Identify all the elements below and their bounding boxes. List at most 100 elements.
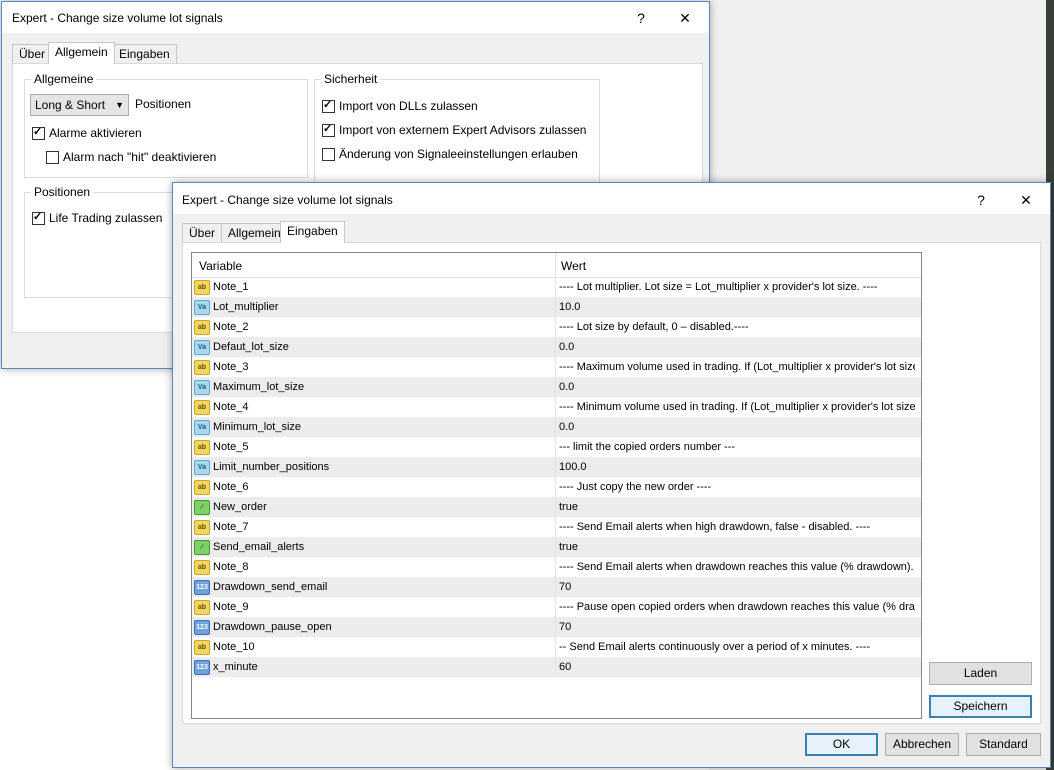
- dll-checkbox[interactable]: Import von DLLs zulassen: [322, 98, 478, 113]
- variable-value[interactable]: 70: [559, 577, 915, 597]
- cell-divider: [555, 297, 556, 317]
- table-row[interactable]: ab Note_7 ---- Send Email alerts when high…: [192, 517, 921, 537]
- positions-select-value: Long & Short: [35, 98, 106, 112]
- tab-allgemein[interactable]: Allgemein: [221, 223, 288, 242]
- table-row[interactable]: Va Minimum_lot_size 0.0: [192, 417, 921, 437]
- cell-divider: [555, 577, 556, 597]
- table-row[interactable]: Va Maximum_lot_size 0.0: [192, 377, 921, 397]
- variable-value[interactable]: 10.0: [559, 297, 915, 317]
- table-row[interactable]: ab Note_9 ---- Pause open copied orders wh…: [192, 597, 921, 617]
- variable-value[interactable]: ---- Maximum volume used in trading. If …: [559, 357, 915, 377]
- default-button[interactable]: Standard: [966, 733, 1041, 756]
- variable-name: Note_8: [213, 561, 249, 573]
- variable-value[interactable]: ---- Pause open copied orders when drawd…: [559, 597, 915, 617]
- group-positionen-title: Positionen: [31, 185, 94, 199]
- column-header-variable[interactable]: Variable: [199, 259, 242, 273]
- variable-name: Limit_number_positions: [213, 461, 330, 473]
- variable-name: Drawdown_send_email: [213, 581, 328, 593]
- table-row[interactable]: ab Note_10 -- Send Email alerts continuous…: [192, 637, 921, 657]
- string-type-icon: ab: [194, 440, 210, 455]
- ea-import-checkbox-label: Import von externem Expert Advisors zula…: [339, 123, 587, 137]
- close-icon[interactable]: ✕: [671, 6, 699, 30]
- table-row[interactable]: ab Note_2 ---- Lot size by default, 0 – di…: [192, 317, 921, 337]
- table-row[interactable]: ab Note_5 --- limit the copied orders numb…: [192, 437, 921, 457]
- front-dialog-title: Expert - Change size volume lot signals: [182, 193, 393, 207]
- load-button[interactable]: Laden: [929, 662, 1032, 685]
- cell-divider: [555, 597, 556, 617]
- variable-value[interactable]: ---- Just copy the new order ----: [559, 477, 915, 497]
- help-button[interactable]: ?: [627, 6, 655, 30]
- back-dialog-titlebar: Expert - Change size volume lot signals …: [2, 2, 709, 33]
- close-icon[interactable]: ✕: [1012, 188, 1040, 212]
- variable-value[interactable]: ---- Send Email alerts when drawdown rea…: [559, 557, 915, 577]
- checkbox-unchecked-icon: [46, 150, 59, 164]
- cancel-button[interactable]: Abbrechen: [885, 733, 959, 756]
- variable-value[interactable]: true: [559, 497, 915, 517]
- variable-value[interactable]: 0.0: [559, 337, 915, 357]
- tab-allgemein[interactable]: Allgemein: [48, 42, 115, 64]
- string-type-icon: ab: [194, 600, 210, 615]
- table-row[interactable]: ⁄ New_order true: [192, 497, 921, 517]
- signal-settings-checkbox[interactable]: Änderung von Signaleeinstellungen erlaub…: [322, 147, 578, 161]
- alerts-checkbox[interactable]: Alarme aktivieren: [32, 125, 142, 140]
- variable-value[interactable]: ---- Lot multiplier. Lot size = Lot_mult…: [559, 277, 915, 297]
- tab-uber[interactable]: Über: [12, 44, 53, 63]
- variable-value[interactable]: ---- Send Email alerts when high drawdow…: [559, 517, 915, 537]
- tab-uber[interactable]: Über: [182, 223, 223, 242]
- tab-eingaben[interactable]: Eingaben: [280, 221, 345, 243]
- table-row[interactable]: ab Note_4 ---- Minimum volume used in trad…: [192, 397, 921, 417]
- table-row[interactable]: ab Note_3 ---- Maximum volume used in trad…: [192, 357, 921, 377]
- table-row[interactable]: 123 x_minute 60: [192, 657, 921, 677]
- table-row[interactable]: ab Note_8 ---- Send Email alerts when draw…: [192, 557, 921, 577]
- string-type-icon: ab: [194, 640, 210, 655]
- variable-value[interactable]: 70: [559, 617, 915, 637]
- ea-import-checkbox[interactable]: Import von externem Expert Advisors zula…: [322, 122, 587, 137]
- column-divider[interactable]: [555, 253, 556, 277]
- variable-name: Maximum_lot_size: [213, 381, 305, 393]
- variable-value[interactable]: true: [559, 537, 915, 557]
- live-trading-checkbox-label: Life Trading zulassen: [49, 211, 163, 225]
- variable-value[interactable]: ---- Minimum volume used in trading. If …: [559, 397, 915, 417]
- variable-value[interactable]: 100.0: [559, 457, 915, 477]
- variable-value[interactable]: 0.0: [559, 417, 915, 437]
- checkbox-checked-icon: [322, 98, 335, 113]
- variable-value[interactable]: 0.0: [559, 377, 915, 397]
- group-sicherheit: Sicherheit Import von DLLs zulassen Impo…: [314, 72, 600, 191]
- help-button[interactable]: ?: [967, 188, 995, 212]
- ok-button[interactable]: OK: [805, 733, 878, 756]
- table-row[interactable]: Va Lot_multiplier 10.0: [192, 297, 921, 317]
- variable-value[interactable]: -- Send Email alerts continuously over a…: [559, 637, 915, 657]
- variable-value[interactable]: 60: [559, 657, 915, 677]
- alerts-checkbox-label: Alarme aktivieren: [49, 126, 142, 140]
- table-row[interactable]: 123 Drawdown_send_email 70: [192, 577, 921, 597]
- alarm-hit-checkbox[interactable]: Alarm nach "hit" deaktivieren: [46, 150, 216, 164]
- cell-divider: [555, 477, 556, 497]
- tab-eingaben[interactable]: Eingaben: [112, 44, 177, 63]
- table-row[interactable]: Va Defaut_lot_size 0.0: [192, 337, 921, 357]
- live-trading-checkbox[interactable]: Life Trading zulassen: [32, 210, 163, 225]
- group-allgemeine-title: Allgemeine: [31, 72, 97, 86]
- cell-divider: [555, 277, 556, 297]
- cell-divider: [555, 437, 556, 457]
- string-type-icon: ab: [194, 480, 210, 495]
- table-row[interactable]: ab Note_1 ---- Lot multiplier. Lot size = …: [192, 277, 921, 297]
- cell-divider: [555, 637, 556, 657]
- variable-value[interactable]: ---- Lot size by default, 0 – disabled.-…: [559, 317, 915, 337]
- grid-header: Variable Wert: [192, 253, 921, 278]
- table-row[interactable]: ⁄ Send_email_alerts true: [192, 537, 921, 557]
- positions-select[interactable]: Long & Short ▼: [30, 94, 129, 116]
- save-button[interactable]: Speichern: [929, 695, 1032, 718]
- table-row[interactable]: ab Note_6 ---- Just copy the new order ---…: [192, 477, 921, 497]
- column-header-wert[interactable]: Wert: [561, 259, 586, 273]
- chevron-down-icon: ▼: [115, 100, 124, 110]
- group-allgemeine: Allgemeine Long & Short ▼ Positionen Ala…: [24, 72, 308, 178]
- table-row[interactable]: Va Limit_number_positions 100.0: [192, 457, 921, 477]
- string-type-icon: ab: [194, 520, 210, 535]
- variable-value[interactable]: --- limit the copied orders number ---: [559, 437, 915, 457]
- string-type-icon: ab: [194, 360, 210, 375]
- cell-divider: [555, 537, 556, 557]
- double-type-icon: Va: [194, 300, 210, 315]
- string-type-icon: ab: [194, 560, 210, 575]
- table-row[interactable]: 123 Drawdown_pause_open 70: [192, 617, 921, 637]
- double-type-icon: Va: [194, 420, 210, 435]
